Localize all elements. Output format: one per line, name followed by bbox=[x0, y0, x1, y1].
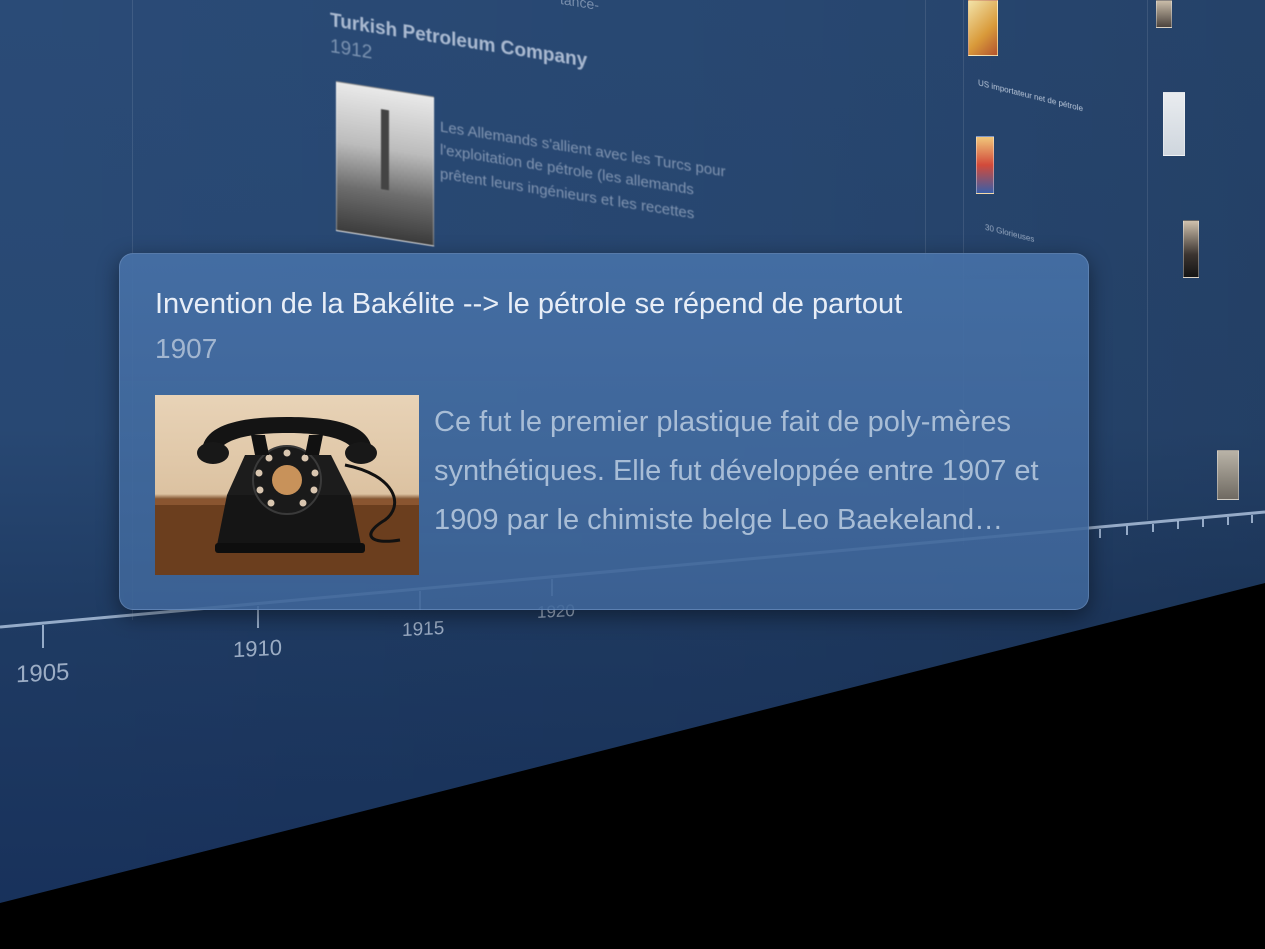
axis-tick-label: 1905 bbox=[16, 658, 70, 689]
photo-thumbnail bbox=[1217, 450, 1239, 500]
far-event-card[interactable] bbox=[1183, 220, 1199, 278]
map-thumbnail bbox=[968, 0, 998, 56]
axis-tick-label: 1915 bbox=[402, 617, 445, 642]
event-description: Ce fut le premier plastique fait de poly… bbox=[434, 406, 1039, 536]
telephone-icon bbox=[155, 417, 419, 575]
photo-thumbnail bbox=[1156, 0, 1172, 28]
portrait-thumbnail bbox=[1183, 220, 1199, 278]
event-detail-popup[interactable]: Invention de la Bakélite --> le pétrole … bbox=[119, 253, 1089, 610]
poster-thumbnail bbox=[976, 136, 994, 194]
far-event-card[interactable] bbox=[968, 0, 998, 56]
background-event-description: Les Allemands s'allient avec les Turcs p… bbox=[440, 118, 726, 223]
column-divider bbox=[925, 0, 926, 260]
far-event-card[interactable] bbox=[1156, 0, 1172, 28]
far-event-card[interactable] bbox=[1163, 92, 1185, 156]
column-divider bbox=[1147, 0, 1148, 520]
rotary-telephone-photo[interactable] bbox=[155, 395, 419, 575]
far-event-card[interactable] bbox=[976, 136, 994, 194]
background-event-image bbox=[336, 80, 434, 247]
event-title: Invention de la Bakélite --> le pétrole … bbox=[155, 288, 903, 320]
event-year: 1907 bbox=[155, 333, 218, 364]
chart-thumbnail bbox=[1163, 92, 1185, 156]
axis-tick-label: 1910 bbox=[233, 634, 282, 663]
timeline-stage: tance- Turkish Petroleum Company 1912 Le… bbox=[0, 0, 1265, 949]
far-event-card[interactable] bbox=[1217, 450, 1239, 500]
